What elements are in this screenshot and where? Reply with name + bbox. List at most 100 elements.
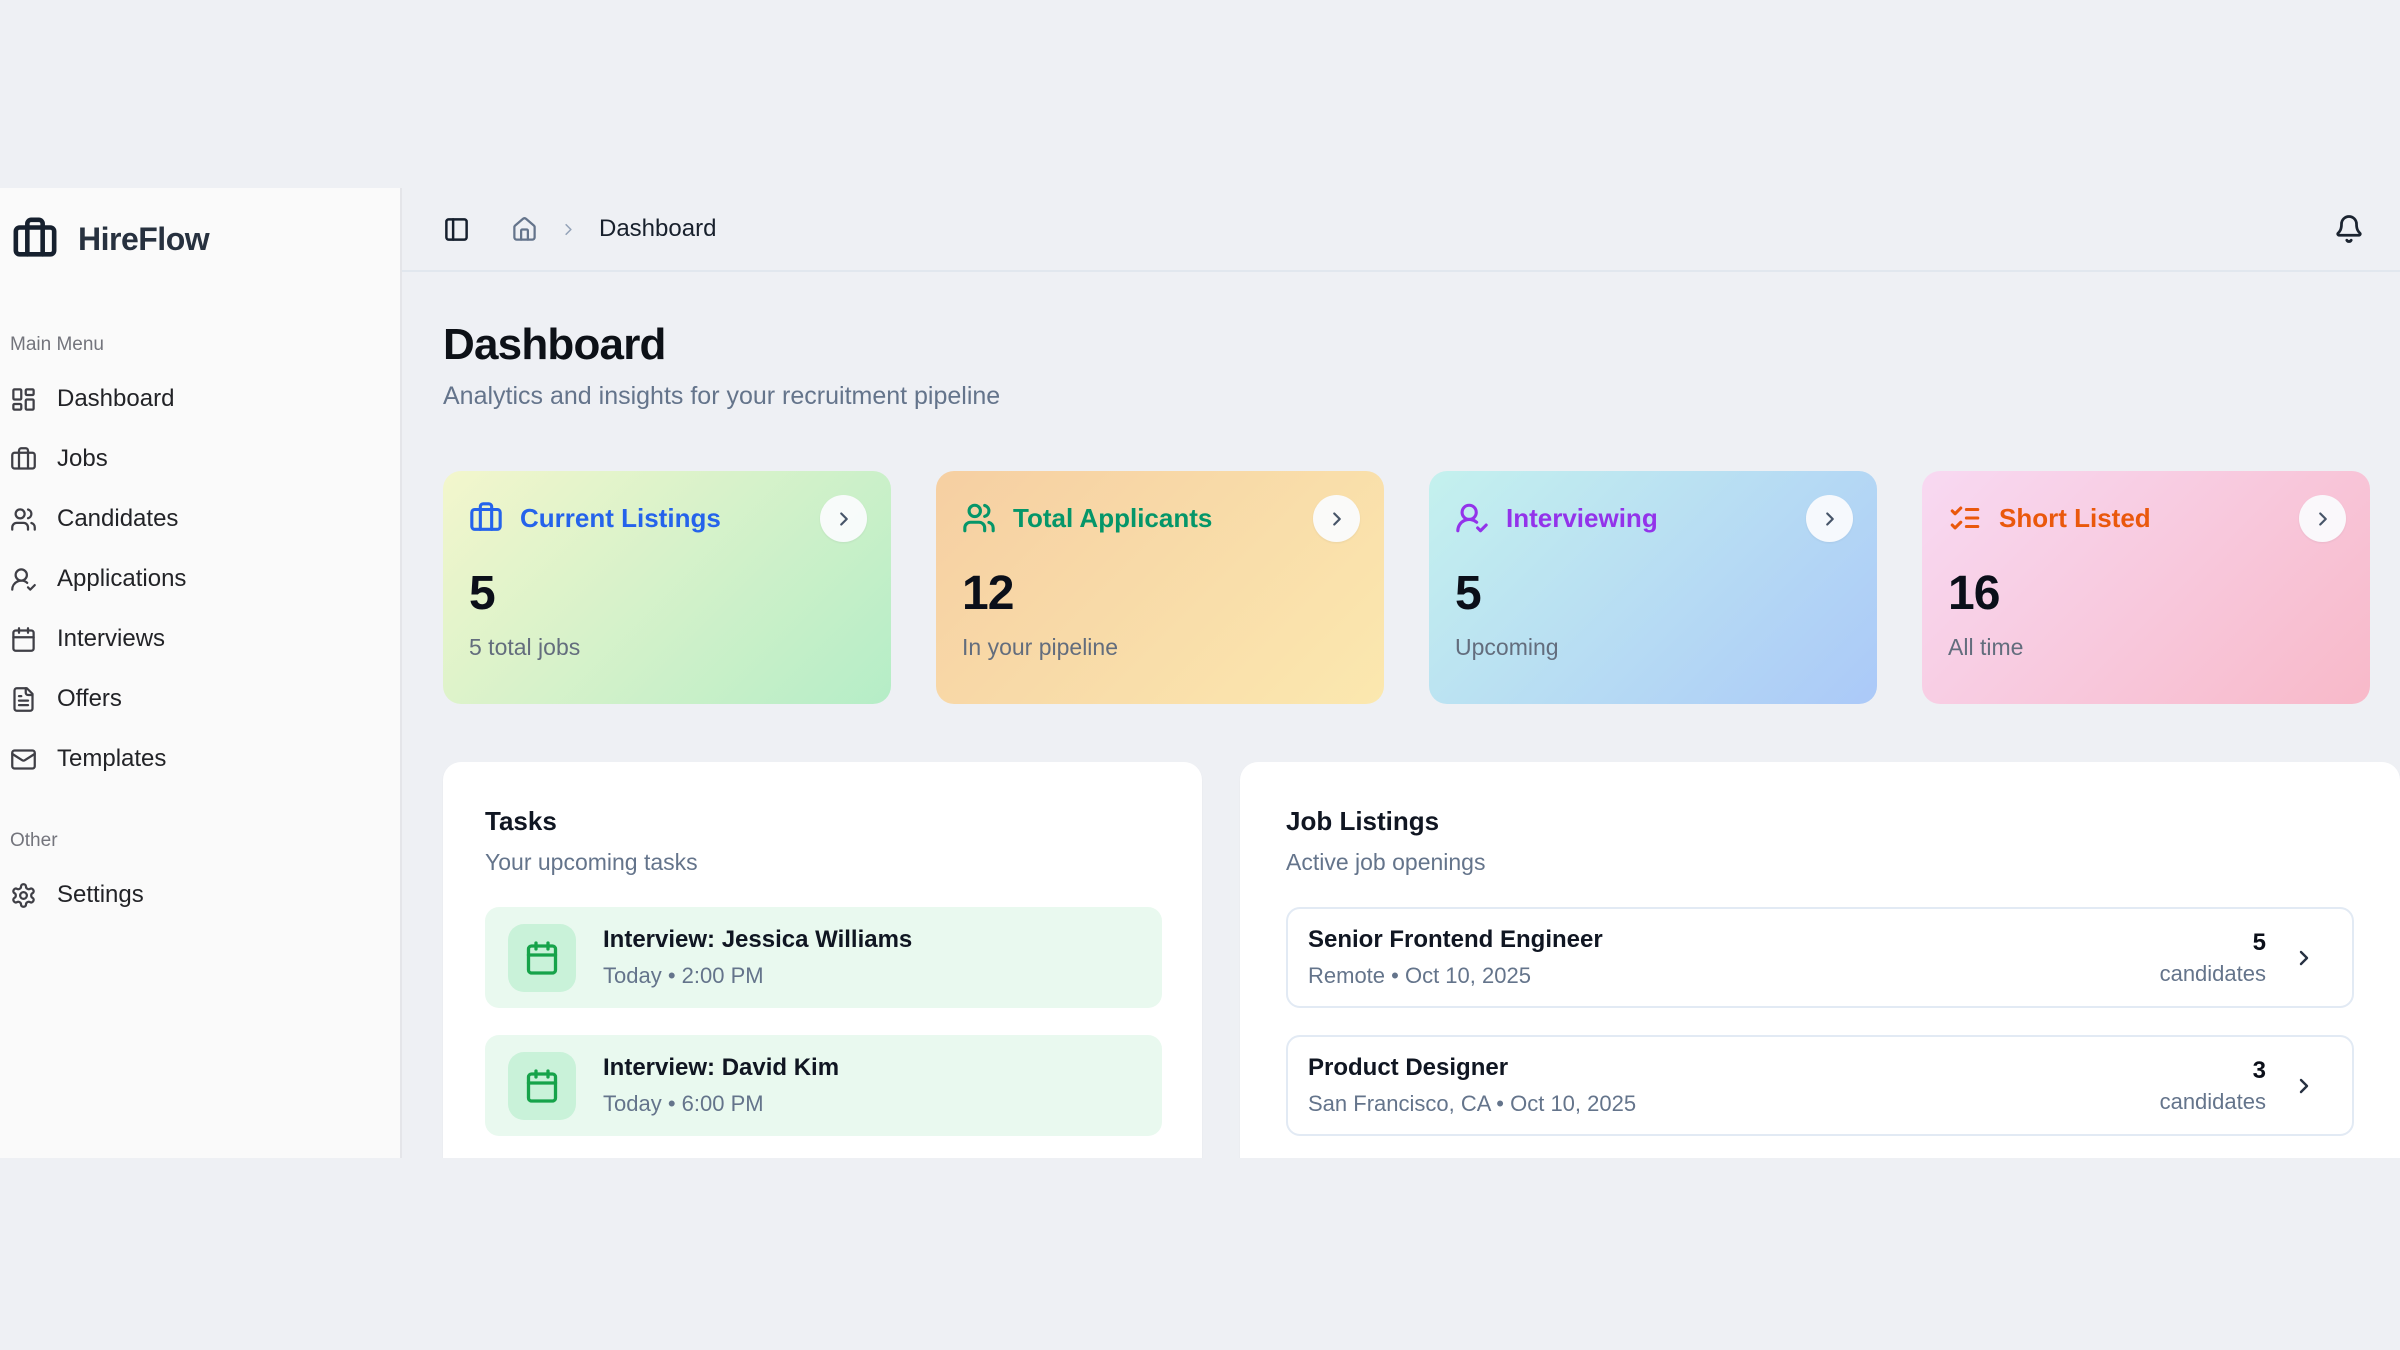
task-row-jessica-williams[interactable]: Interview: Jessica Williams Today • 2:00… — [485, 907, 1162, 1008]
users-icon — [10, 506, 37, 533]
stat-card-header: Total Applicants — [962, 501, 1358, 535]
job-list: Senior Frontend Engineer Remote • Oct 10… — [1286, 907, 2354, 1136]
stat-label: Current Listings — [520, 503, 721, 534]
task-icon-chip — [508, 1052, 576, 1120]
tasks-title: Tasks — [485, 806, 1162, 837]
job-text: Senior Frontend Engineer Remote • Oct 10… — [1308, 926, 1603, 989]
job-meta: Remote • Oct 10, 2025 — [1308, 963, 1603, 989]
list-checks-icon — [1948, 501, 1982, 535]
stat-card-total-applicants[interactable]: Total Applicants 12 In your pipeline — [936, 471, 1384, 704]
stat-card-current-listings[interactable]: Current Listings 5 5 total jobs — [443, 471, 891, 704]
sidebar-item-jobs[interactable]: Jobs — [8, 434, 386, 484]
stat-value: 5 — [469, 566, 865, 621]
briefcase-icon — [10, 446, 37, 473]
task-time: Today • 6:00 PM — [603, 1091, 839, 1117]
job-text: Product Designer San Francisco, CA • Oct… — [1308, 1054, 1636, 1117]
stat-label: Total Applicants — [1013, 503, 1212, 534]
briefcase-logo-icon — [12, 216, 58, 262]
stat-arrow-button[interactable] — [1806, 495, 1853, 542]
job-candidate-count: 3 candidates — [2160, 1057, 2266, 1115]
layout-dashboard-icon — [10, 386, 37, 413]
job-count-number: 5 — [2160, 929, 2266, 957]
sidebar-item-label: Offers — [57, 685, 122, 713]
breadcrumb-separator — [559, 220, 578, 239]
sidebar-item-label: Interviews — [57, 625, 165, 653]
stat-arrow-button[interactable] — [820, 495, 867, 542]
sidebar-item-candidates[interactable]: Candidates — [8, 494, 386, 544]
stat-label: Interviewing — [1506, 503, 1658, 534]
job-row-product-designer[interactable]: Product Designer San Francisco, CA • Oct… — [1286, 1035, 2354, 1136]
bottom-row: Tasks Your upcoming tasks Interview: Jes… — [443, 762, 2400, 1158]
stat-card-header: Interviewing — [1455, 501, 1851, 535]
top-header: Dashboard — [402, 188, 2400, 272]
sidebar-item-offers[interactable]: Offers — [8, 674, 386, 724]
job-count-number: 3 — [2160, 1057, 2266, 1085]
stat-card-header: Current Listings — [469, 501, 865, 535]
stat-caption: In your pipeline — [962, 634, 1358, 661]
sidebar-item-label: Dashboard — [57, 385, 174, 413]
sidebar: HireFlow Main Menu Dashboard Jobs Candid… — [0, 188, 402, 1158]
task-text: Interview: David Kim Today • 6:00 PM — [603, 1054, 839, 1117]
job-title: Product Designer — [1308, 1054, 1636, 1082]
job-listings-panel: Job Listings Active job openings Senior … — [1240, 762, 2400, 1158]
job-count-label: candidates — [2160, 1089, 2266, 1115]
home-icon — [511, 216, 538, 243]
job-title: Senior Frontend Engineer — [1308, 926, 1603, 954]
stats-row: Current Listings 5 5 total jobs Total Ap… — [443, 471, 2400, 704]
sidebar-item-dashboard[interactable]: Dashboard — [8, 374, 386, 424]
job-candidate-count: 5 candidates — [2160, 929, 2266, 987]
sidebar-item-templates[interactable]: Templates — [8, 734, 386, 784]
stat-arrow-button[interactable] — [2299, 495, 2346, 542]
job-right: 3 candidates — [2160, 1057, 2316, 1115]
sidebar-item-interviews[interactable]: Interviews — [8, 614, 386, 664]
notifications-button[interactable] — [2334, 214, 2364, 244]
breadcrumb-home-link[interactable] — [511, 216, 538, 243]
task-list: Interview: Jessica Williams Today • 2:00… — [485, 907, 1162, 1136]
mail-icon — [10, 746, 37, 773]
other-nav: Settings — [8, 870, 386, 920]
sidebar-item-settings[interactable]: Settings — [8, 870, 386, 920]
stat-card-short-listed[interactable]: Short Listed 16 All time — [1922, 471, 2370, 704]
tasks-subtitle: Your upcoming tasks — [485, 849, 1162, 876]
main-nav: Dashboard Jobs Candidates Applications I… — [8, 374, 386, 784]
sidebar-toggle-button[interactable] — [443, 216, 470, 243]
chevron-right-icon — [2312, 508, 2334, 530]
stat-value: 5 — [1455, 566, 1851, 621]
sidebar-item-label: Candidates — [57, 505, 178, 533]
task-text: Interview: Jessica Williams Today • 2:00… — [603, 926, 912, 989]
page-title: Dashboard — [443, 322, 2400, 368]
brand: HireFlow — [8, 216, 386, 262]
nav-section-label-other: Other — [8, 830, 386, 852]
calendar-icon — [524, 940, 560, 976]
sidebar-item-label: Applications — [57, 565, 186, 593]
stat-label: Short Listed — [1999, 503, 2151, 534]
task-row-david-kim[interactable]: Interview: David Kim Today • 6:00 PM — [485, 1035, 1162, 1136]
main-area: Dashboard Dashboard Analytics and insigh… — [402, 188, 2400, 1158]
sidebar-item-applications[interactable]: Applications — [8, 554, 386, 604]
stat-card-header: Short Listed — [1948, 501, 2344, 535]
job-row-senior-frontend-engineer[interactable]: Senior Frontend Engineer Remote • Oct 10… — [1286, 907, 2354, 1008]
calendar-icon — [10, 626, 37, 653]
calendar-icon — [524, 1068, 560, 1104]
brand-name: HireFlow — [78, 221, 209, 258]
chevron-right-icon — [833, 508, 855, 530]
tasks-panel: Tasks Your upcoming tasks Interview: Jes… — [443, 762, 1202, 1158]
sidebar-item-label: Jobs — [57, 445, 108, 473]
chevron-right-icon — [2292, 1074, 2316, 1098]
task-title: Interview: David Kim — [603, 1054, 839, 1082]
stat-caption: Upcoming — [1455, 634, 1851, 661]
task-title: Interview: Jessica Williams — [603, 926, 912, 954]
stat-value: 12 — [962, 566, 1358, 621]
briefcase-icon — [469, 501, 503, 535]
gear-icon — [10, 882, 37, 909]
job-count-label: candidates — [2160, 961, 2266, 987]
chevron-right-icon — [1326, 508, 1348, 530]
stat-caption: All time — [1948, 634, 2344, 661]
stat-card-interviewing[interactable]: Interviewing 5 Upcoming — [1429, 471, 1877, 704]
stat-value: 16 — [1948, 566, 2344, 621]
page-subtitle: Analytics and insights for your recruitm… — [443, 382, 2400, 411]
task-time: Today • 2:00 PM — [603, 963, 912, 989]
page-content: Dashboard Analytics and insights for you… — [402, 272, 2400, 1158]
stat-arrow-button[interactable] — [1313, 495, 1360, 542]
nav-section-label-main-menu: Main Menu — [8, 334, 386, 356]
